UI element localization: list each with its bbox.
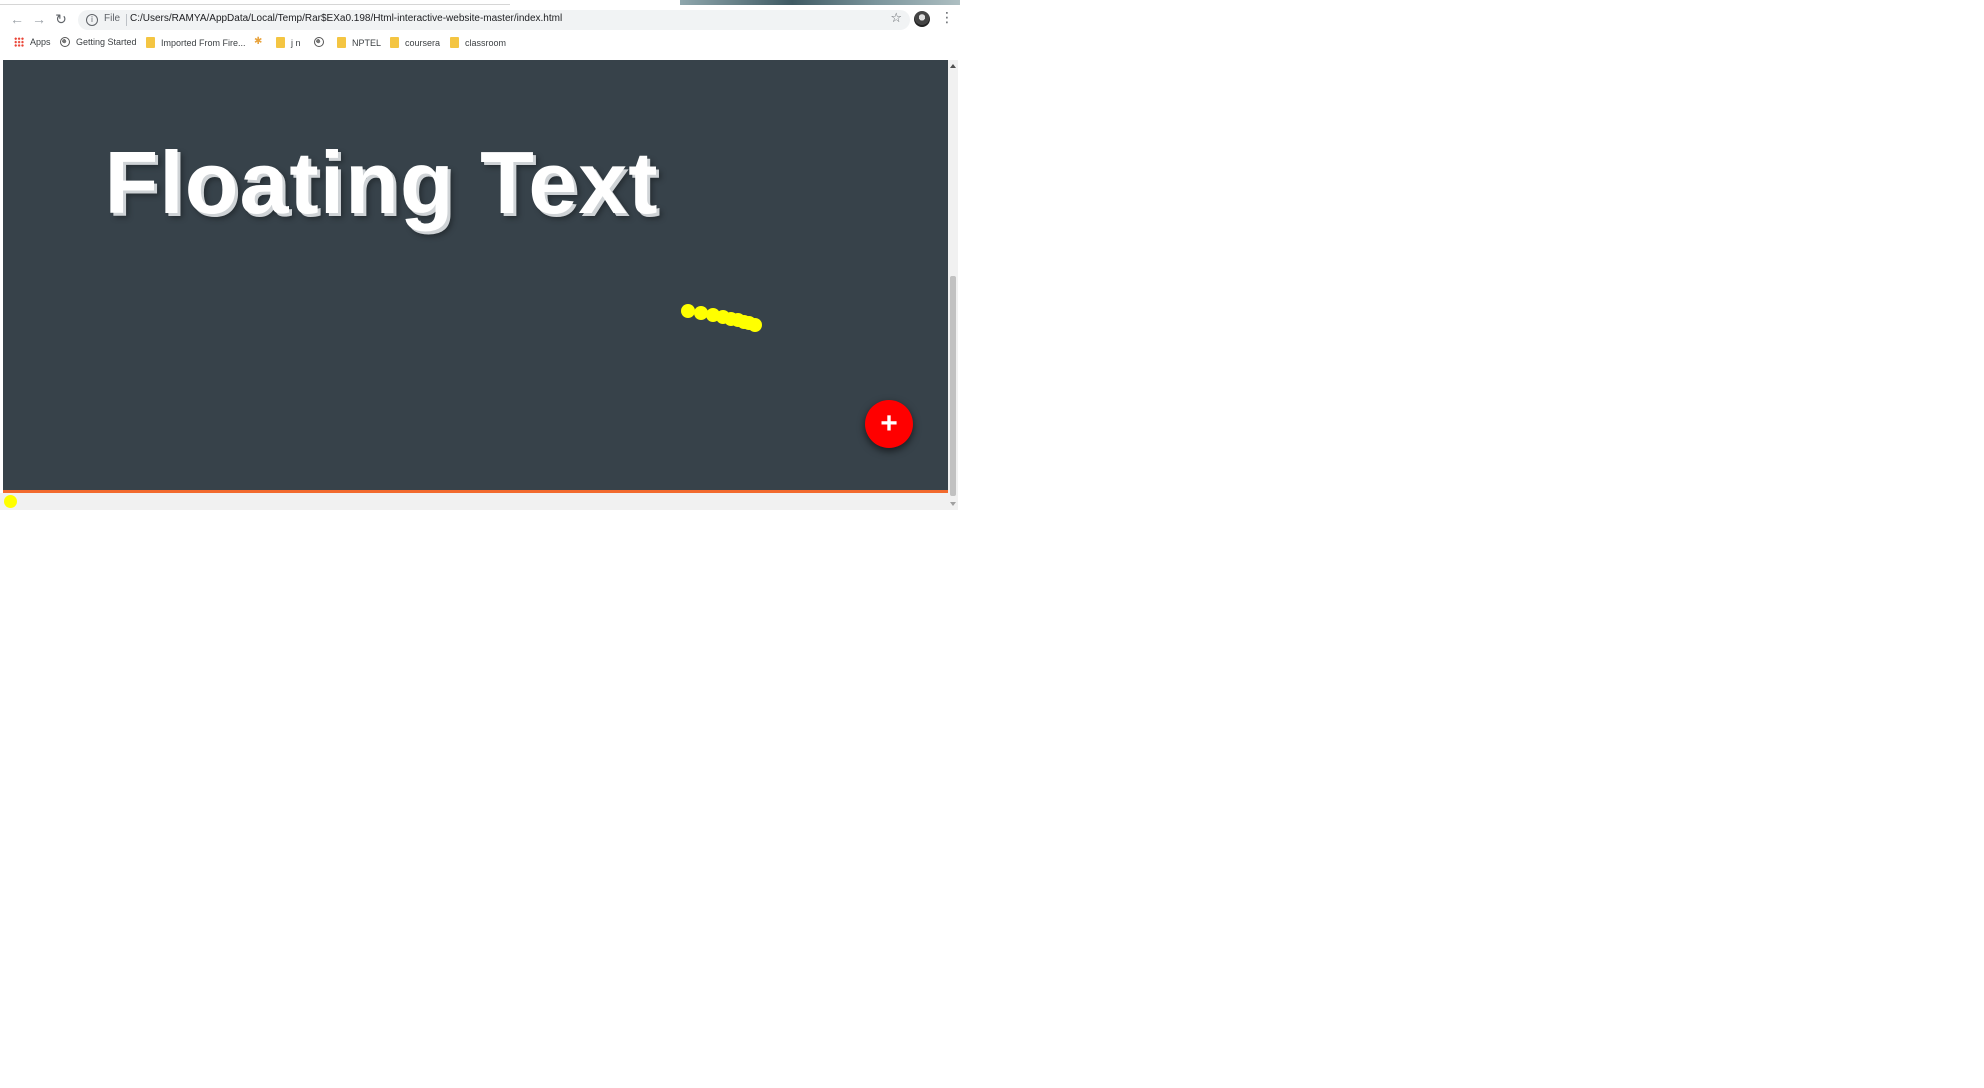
bookmark-label: j n [291, 37, 301, 48]
tab-strip-line [0, 4, 510, 5]
bookmark-label: Apps [30, 37, 51, 47]
file-scheme-label: File [104, 13, 121, 24]
bookmark-classroom[interactable]: classroom [450, 37, 506, 48]
scrollbar-thumb[interactable] [950, 276, 956, 496]
plus-icon: + [880, 407, 898, 440]
folder-icon [276, 37, 285, 48]
trail-dot [681, 304, 695, 318]
folder-icon [390, 37, 399, 48]
globe-icon [60, 37, 70, 47]
bookmark-star-icon: ✱ [254, 36, 263, 47]
bookmark-nptel[interactable]: NPTEL [337, 37, 381, 48]
back-arrow-icon[interactable]: ← [8, 10, 26, 28]
cursor-dot [4, 495, 17, 508]
scroll-up-arrow-icon[interactable] [950, 64, 956, 68]
address-separator [126, 14, 127, 26]
folder-icon [337, 37, 346, 48]
globe-icon [314, 37, 324, 47]
bookmark-globe[interactable] [314, 37, 324, 47]
menu-kebab-icon[interactable]: ⋮ [940, 10, 954, 26]
bookmark-getting-started[interactable]: Getting Started [60, 37, 137, 47]
info-icon[interactable]: i [86, 14, 98, 26]
bookmark-apps[interactable]: Apps [14, 37, 51, 47]
vertical-scrollbar[interactable] [948, 60, 958, 510]
browser-toolbar: ← → ↻ i File C:/Users/RAMYA/AppData/Loca… [0, 8, 960, 32]
reload-icon[interactable]: ↻ [52, 10, 70, 28]
bookmark-coursera[interactable]: coursera [390, 37, 440, 48]
url-text[interactable]: C:/Users/RAMYA/AppData/Local/Temp/Rar$EX… [130, 13, 562, 24]
scroll-down-arrow-icon[interactable] [950, 502, 956, 506]
bookmark-label: Imported From Fire... [161, 37, 246, 48]
bookmarks-bar: Apps Getting Started Imported From Fire.… [0, 32, 960, 56]
apps-grid-icon [14, 37, 24, 47]
bookmark-imported-from-firefox[interactable]: Imported From Fire... [146, 37, 246, 48]
cursor-trail [681, 304, 762, 332]
bookmark-label: classroom [465, 37, 507, 48]
background-photo-strip [680, 0, 960, 5]
window-top-strip [0, 0, 960, 8]
page-viewport: Floating Text + [3, 60, 948, 490]
folder-icon [146, 37, 155, 48]
browser-window: ← → ↻ i File C:/Users/RAMYA/AppData/Loca… [0, 0, 960, 512]
trail-dot [748, 318, 762, 332]
bookmark-star[interactable]: ✱ [254, 37, 264, 47]
bookmark-star-icon[interactable]: ☆ [890, 11, 902, 26]
add-button[interactable]: + [865, 400, 913, 448]
forward-arrow-icon[interactable]: → [30, 10, 48, 28]
folder-icon [450, 37, 459, 48]
address-bar[interactable]: i File C:/Users/RAMYA/AppData/Local/Temp… [78, 10, 910, 30]
page-bottom-strip [0, 493, 948, 510]
bookmark-label: Getting Started [76, 37, 137, 47]
bookmark-jn[interactable]: j n [276, 37, 301, 48]
bookmark-label: coursera [405, 37, 441, 48]
bookmark-label: NPTEL [352, 37, 382, 48]
profile-avatar[interactable] [914, 11, 930, 27]
trail-dot [694, 306, 708, 320]
